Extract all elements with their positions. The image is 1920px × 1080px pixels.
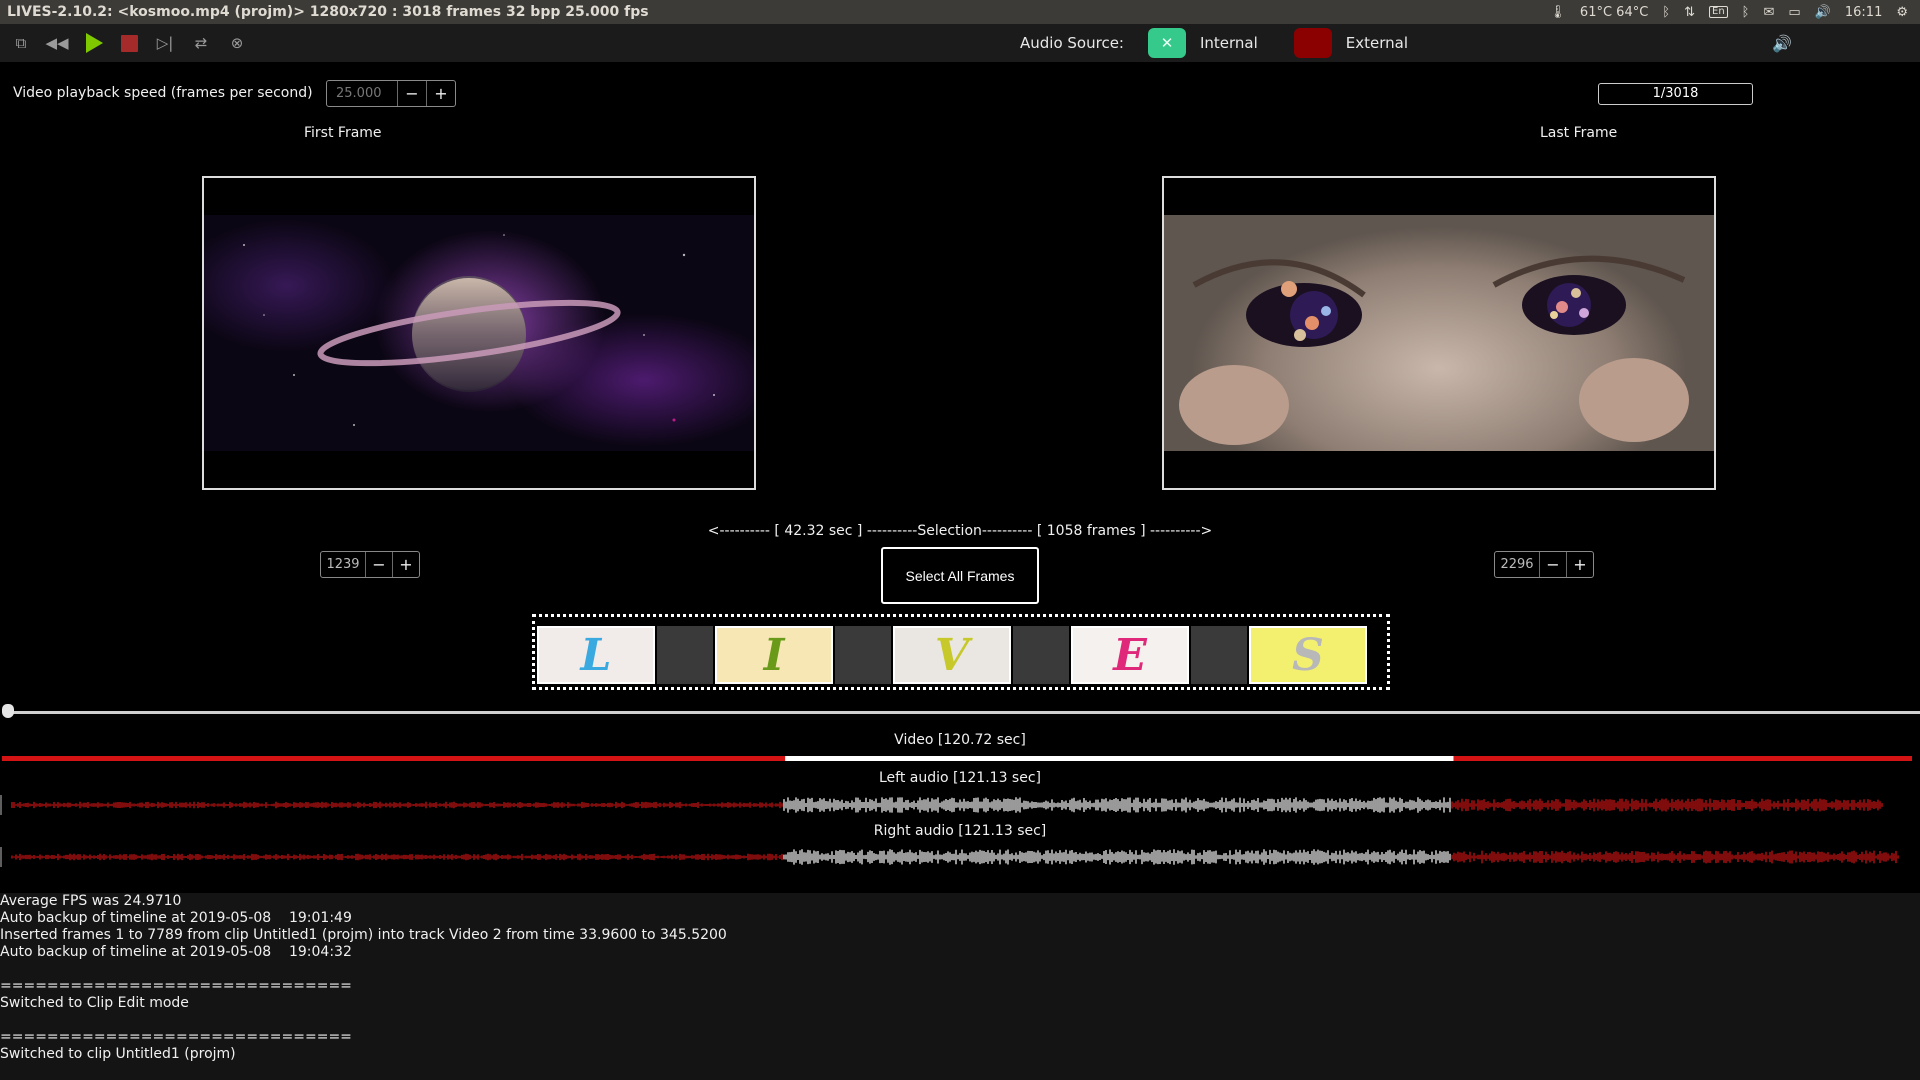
waveform-selection[interactable] [783, 849, 1451, 865]
filmstrip-letter-v: V [893, 626, 1011, 684]
first-frame-preview[interactable] [202, 176, 756, 490]
frame-counter[interactable]: 1/3018 [1598, 83, 1753, 105]
start-increment-button[interactable]: + [392, 552, 419, 577]
video-bar-after-selection[interactable] [1453, 756, 1912, 761]
last-frame-label: Last Frame [1540, 125, 1618, 141]
separate-window-icon: ⧉ [15, 34, 27, 52]
last-frame-preview[interactable] [1162, 176, 1716, 490]
filmstrip-letter-s: S [1249, 626, 1367, 684]
left-audio-track-label: Left audio [121.13 sec] [879, 770, 1041, 786]
select-all-frames-button[interactable]: Select All Frames [881, 547, 1039, 604]
mute-icon: ⊗ [230, 34, 244, 52]
internal-indicator-icon: ✕ [1160, 34, 1174, 52]
log-line: ============================== [0, 1029, 352, 1045]
filmstrip-letter-e: E [1071, 626, 1189, 684]
bluetooth-icon-2[interactable]: ᛒ [1742, 6, 1750, 19]
separate-window-button[interactable]: ⧉ [10, 32, 32, 54]
keyboard-layout-indicator[interactable]: En [1709, 6, 1728, 18]
lives-filmstrip-logo: L I V E S [532, 614, 1390, 690]
eyes-illustration [1179, 255, 1689, 445]
settings-gear-icon[interactable]: ⚙ [1896, 6, 1908, 19]
left-audio-waveform[interactable] [0, 791, 1920, 819]
video-track-label: Video [120.72 sec] [894, 732, 1026, 748]
log-line: Inserted frames 1 to 7789 from clip Unti… [0, 927, 727, 943]
rewind-button[interactable]: ◀◀ [45, 32, 69, 54]
external-label[interactable]: External [1346, 34, 1408, 52]
bluetooth-icon[interactable]: ᛒ [1662, 6, 1670, 19]
log-line: Auto backup of timeline at 2019-05-08 19… [0, 944, 352, 960]
end-frame-input[interactable]: 2296 [1495, 552, 1539, 577]
message-log: Average FPS was 24.9710 Auto backup of ti… [0, 893, 1920, 1080]
internal-audio-toggle[interactable]: ✕ [1147, 28, 1186, 58]
right-audio-track-label: Right audio [121.13 sec] [873, 823, 1047, 839]
waveform-after-selection[interactable] [1451, 850, 1899, 864]
filmstrip-gap [657, 626, 713, 684]
log-line: Average FPS was 24.9710 [0, 893, 182, 909]
first-frame-label: First Frame [304, 125, 382, 141]
filmstrip-gap [1013, 626, 1069, 684]
log-line: ============================== [0, 978, 352, 994]
clock[interactable]: 16:11 [1845, 5, 1882, 20]
loop-button[interactable]: ⇄ [190, 32, 212, 54]
right-audio-waveform[interactable] [0, 843, 1920, 871]
start-frame-input[interactable]: 1239 [321, 552, 365, 577]
log-line: Switched to clip Untitled1 (projm) [0, 1046, 236, 1062]
thermometer-icon: 🌡 [1549, 4, 1566, 20]
timeline-scrubber-handle[interactable] [2, 704, 14, 718]
playback-speed-spinner[interactable]: 25.000 − + [326, 80, 456, 107]
filmstrip-letter-i: I [715, 626, 833, 684]
temperature-readout: 61°C 64°C [1579, 4, 1649, 20]
playback-speed-input[interactable]: 25.000 [327, 81, 397, 106]
speed-increment-button[interactable]: + [426, 81, 455, 106]
filmstrip-letter-l: L [537, 626, 655, 684]
rewind-icon: ◀◀ [45, 34, 69, 52]
playback-speed-label: Video playback speed (frames per second) [13, 85, 313, 101]
log-line: Switched to Clip Edit mode [0, 995, 189, 1011]
filmstrip-gap [1191, 626, 1247, 684]
video-track-bar[interactable] [2, 756, 1912, 761]
play-selection-button[interactable]: ▷| [154, 32, 176, 54]
mute-button[interactable]: ⊗ [226, 32, 248, 54]
start-frame-spinner[interactable]: 1239 − + [320, 551, 420, 578]
timeline-scrubber-track[interactable] [8, 711, 1920, 714]
window-title: LIVES-2.10.2: <kosmoo.mp4 (projm)> 1280x… [7, 4, 649, 20]
waveform-after-selection[interactable] [1451, 798, 1883, 812]
video-bar-selection[interactable] [785, 756, 1454, 761]
last-frame-image [1164, 215, 1714, 451]
loop-icon: ⇄ [194, 34, 208, 52]
waveform-before-selection[interactable] [11, 853, 783, 861]
mail-icon[interactable]: ✉ [1763, 6, 1774, 19]
waveform-before-selection[interactable] [11, 801, 783, 809]
internal-label[interactable]: Internal [1200, 34, 1258, 52]
playback-toolbar: ⧉ ◀◀ ▷| ⇄ ⊗ Audio Source: ✕ Internal Ext… [0, 24, 1920, 62]
start-decrement-button[interactable]: − [365, 552, 392, 577]
audio-source-selector: Audio Source: ✕ Internal External [1020, 28, 1408, 58]
external-audio-toggle[interactable] [1293, 28, 1332, 58]
end-frame-spinner[interactable]: 2296 − + [1494, 551, 1594, 578]
network-icon[interactable]: ⇅ [1684, 6, 1695, 19]
video-bar-before-selection[interactable] [2, 756, 786, 761]
planet-illustration [243, 234, 715, 426]
end-decrement-button[interactable]: − [1539, 552, 1566, 577]
stop-button[interactable] [118, 32, 140, 54]
play-icon [86, 33, 103, 53]
filmstrip-gap [835, 626, 891, 684]
first-frame-image [204, 215, 754, 451]
window-titlebar: LIVES-2.10.2: <kosmoo.mp4 (projm)> 1280x… [0, 0, 1920, 24]
selection-summary: <---------- [ 42.32 sec ] ----------Sele… [707, 523, 1213, 539]
volume-icon[interactable]: 🔊 [1772, 34, 1792, 53]
play-button[interactable] [82, 32, 104, 54]
end-increment-button[interactable]: + [1566, 552, 1593, 577]
skip-to-end-icon: ▷| [156, 34, 174, 52]
stop-icon [120, 34, 138, 52]
speed-decrement-button[interactable]: − [397, 81, 426, 106]
audio-source-label: Audio Source: [1020, 34, 1124, 52]
waveform-selection[interactable] [783, 797, 1451, 813]
volume-tray-icon[interactable]: 🔊 [1815, 6, 1831, 19]
log-line: Auto backup of timeline at 2019-05-08 19… [0, 910, 352, 926]
system-tray: 🌡 61°C 64°C ᛒ ⇅ En ᛒ ✉ ▭ 🔊 16:11 ⚙ [1549, 5, 1920, 20]
battery-icon[interactable]: ▭ [1788, 6, 1800, 19]
